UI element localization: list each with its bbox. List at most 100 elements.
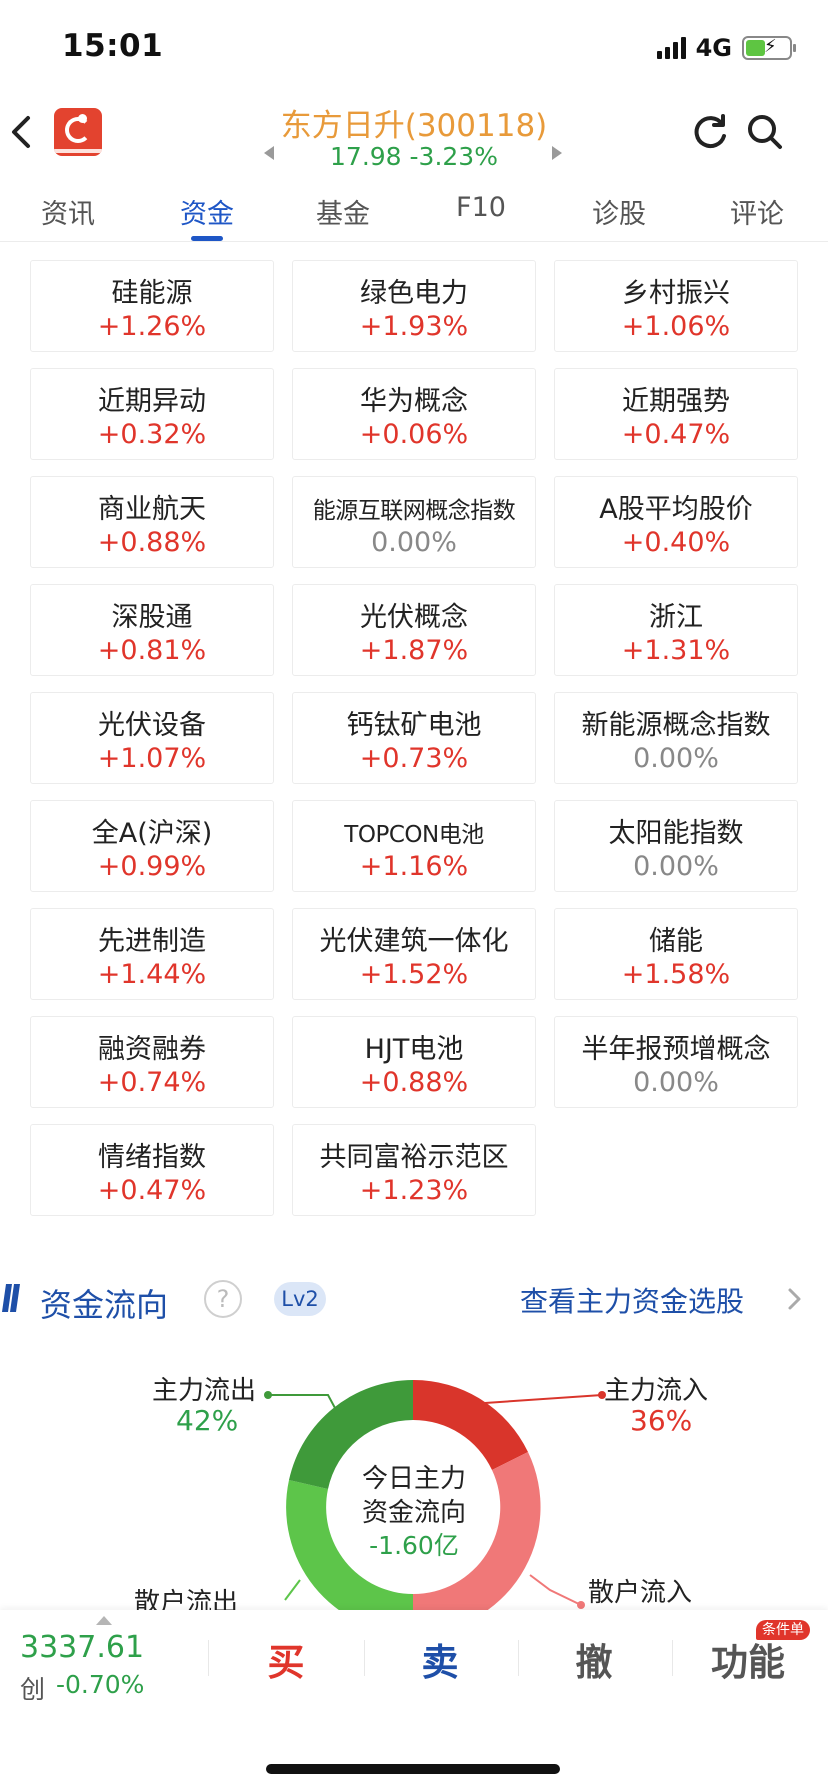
main-in-leader-dot xyxy=(598,1391,606,1399)
concept-name: 光伏概念 xyxy=(360,602,468,633)
concept-name: A股平均股价 xyxy=(599,494,753,525)
concept-change: +0.73% xyxy=(359,743,469,774)
concept-card[interactable]: 浙江 +1.31% xyxy=(554,584,798,676)
function-button[interactable]: 功能 xyxy=(688,1632,808,1686)
concept-change: +0.06% xyxy=(359,419,469,450)
concept-change: 0.00% xyxy=(371,527,457,558)
concept-change: +1.07% xyxy=(97,743,207,774)
concept-card[interactable]: 全A(沪深) +0.99% xyxy=(30,800,274,892)
concept-card[interactable]: 融资融券 +0.74% xyxy=(30,1016,274,1108)
concept-change: +0.99% xyxy=(97,851,207,882)
concept-name: 太阳能指数 xyxy=(608,818,744,849)
buy-button[interactable]: 买 xyxy=(226,1632,346,1686)
concept-name: 新能源概念指数 xyxy=(581,710,771,741)
concept-name: 先进制造 xyxy=(98,926,206,957)
concept-name: 近期强势 xyxy=(622,386,730,417)
concept-change: +1.44% xyxy=(97,959,207,990)
concept-card[interactable]: 乡村振兴 +1.06% xyxy=(554,260,798,352)
concept-name: 乡村振兴 xyxy=(622,278,730,309)
concept-change: 0.00% xyxy=(633,743,719,774)
concept-card[interactable]: 深股通 +0.81% xyxy=(30,584,274,676)
concept-card[interactable]: 储能 +1.58% xyxy=(554,908,798,1000)
concept-card[interactable]: 光伏概念 +1.87% xyxy=(292,584,536,676)
main-out-label: 主力流出 xyxy=(152,1376,257,1406)
concept-card[interactable]: TOPCON电池 +1.16% xyxy=(292,800,536,892)
concept-card[interactable]: 太阳能指数 0.00% xyxy=(554,800,798,892)
retail-in-leader-line xyxy=(529,1574,582,1606)
concept-card[interactable]: 近期异动 +0.32% xyxy=(30,368,274,460)
donut-segment-retail-out xyxy=(286,1480,413,1610)
donut-segment-retail-in xyxy=(413,1452,541,1610)
concept-change: +0.32% xyxy=(97,419,207,450)
tab-fund[interactable]: 基金 xyxy=(283,192,403,231)
concept-change: +1.52% xyxy=(359,959,469,990)
concept-name: 硅能源 xyxy=(111,278,193,309)
section-marker-icon xyxy=(2,1284,20,1312)
index-name: 创 xyxy=(20,1675,46,1704)
concept-name: 华为概念 xyxy=(360,386,468,417)
concept-card[interactable]: 能源互联网概念指数 0.00% xyxy=(292,476,536,568)
main-out-leader-dot xyxy=(264,1391,272,1399)
concept-change: +0.47% xyxy=(97,1175,207,1206)
stock-header: 东方日升(300118) 17.98 -3.23% xyxy=(0,100,828,180)
active-tab-indicator xyxy=(191,236,223,241)
next-stock-icon[interactable] xyxy=(552,146,562,160)
concept-name: 绿色电力 xyxy=(360,278,468,309)
concept-card[interactable]: 华为概念 +0.06% xyxy=(292,368,536,460)
tab-bar: 资讯 资金 基金 F10 诊股 评论 xyxy=(0,180,828,242)
concept-name: 商业航天 xyxy=(98,494,206,525)
concept-name: 能源互联网概念指数 xyxy=(312,498,516,524)
index-value[interactable]: 3337.61 xyxy=(20,1630,144,1665)
cancel-order-button[interactable]: 撤 xyxy=(534,1632,654,1686)
tab-f10[interactable]: F10 xyxy=(421,192,541,223)
donut-center-line1: 今日主力 xyxy=(361,1464,466,1494)
concept-card[interactable]: 硅能源 +1.26% xyxy=(30,260,274,352)
concept-card[interactable]: A股平均股价 +0.40% xyxy=(554,476,798,568)
sell-button[interactable]: 卖 xyxy=(380,1632,500,1686)
index-change: -0.70% xyxy=(56,1670,145,1699)
donut-center-value: -1.60亿 xyxy=(369,1531,459,1560)
home-indicator[interactable] xyxy=(266,1764,560,1774)
concept-change: +0.40% xyxy=(621,527,731,558)
concept-card[interactable]: 绿色电力 +1.93% xyxy=(292,260,536,352)
concept-card[interactable]: 商业航天 +0.88% xyxy=(30,476,274,568)
donut-center-line2: 资金流向 xyxy=(361,1498,466,1528)
concept-change: +0.81% xyxy=(97,635,207,666)
concept-change: 0.00% xyxy=(633,1067,719,1098)
concept-change: +1.87% xyxy=(359,635,469,666)
concept-card[interactable]: 情绪指数 +0.47% xyxy=(30,1124,274,1216)
concept-card[interactable]: 钙钛矿电池 +0.73% xyxy=(292,692,536,784)
tab-diagnose[interactable]: 诊股 xyxy=(559,192,679,231)
concept-card[interactable]: HJT电池 +0.88% xyxy=(292,1016,536,1108)
concept-change: +0.74% xyxy=(97,1067,207,1098)
concept-change: +0.47% xyxy=(621,419,731,450)
concept-change: +0.88% xyxy=(97,527,207,558)
concept-change: +1.26% xyxy=(97,311,207,342)
concept-card[interactable]: 共同富裕示范区 +1.23% xyxy=(292,1124,536,1216)
concept-card[interactable]: 半年报预增概念 0.00% xyxy=(554,1016,798,1108)
conditional-order-badge: 条件单 xyxy=(756,1620,810,1640)
tab-comments[interactable]: 评论 xyxy=(697,192,817,231)
concept-card[interactable]: 先进制造 +1.44% xyxy=(30,908,274,1000)
donut-segment-main-out xyxy=(289,1380,413,1489)
trade-bar: 3337.61 创 -0.70% 买 卖 撤 功能 条件单 xyxy=(0,1610,828,1792)
concept-card[interactable]: 光伏设备 +1.07% xyxy=(30,692,274,784)
search-icon[interactable] xyxy=(745,112,785,152)
concept-card[interactable]: 近期强势 +0.47% xyxy=(554,368,798,460)
refresh-icon[interactable] xyxy=(690,112,730,152)
concept-name: 钙钛矿电池 xyxy=(346,710,482,741)
help-icon[interactable]: ? xyxy=(204,1280,242,1318)
money-flow-header: 资金流向 ? Lv2 查看主力资金选股 xyxy=(0,1272,828,1326)
chevron-right-icon[interactable] xyxy=(782,1286,806,1312)
main-capital-screener-link[interactable]: 查看主力资金选股 xyxy=(520,1280,744,1320)
tab-news[interactable]: 资讯 xyxy=(8,192,128,231)
concept-name: 情绪指数 xyxy=(98,1142,206,1173)
donut-segment-main-in xyxy=(413,1379,528,1470)
concept-name: 全A(沪深) xyxy=(91,818,213,849)
expand-index-icon[interactable] xyxy=(96,1616,112,1625)
network-label: 4G xyxy=(695,34,732,62)
concept-card[interactable]: 新能源概念指数 0.00% xyxy=(554,692,798,784)
tab-capital[interactable]: 资金 xyxy=(147,192,267,231)
concept-card[interactable]: 光伏建筑一体化 +1.52% xyxy=(292,908,536,1000)
concept-name: 融资融券 xyxy=(98,1034,206,1065)
